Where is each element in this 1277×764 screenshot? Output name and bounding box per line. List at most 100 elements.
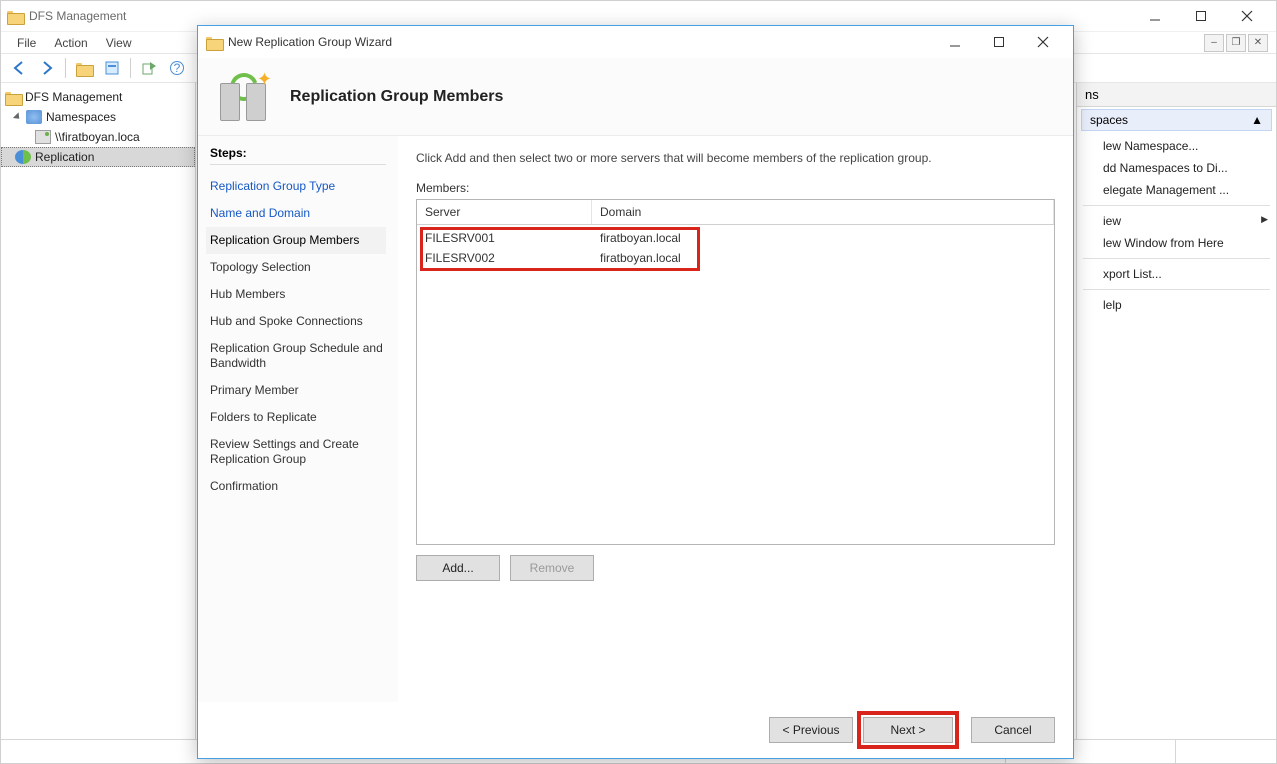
action-view[interactable]: iew [1077,210,1276,232]
wizard-titlebar[interactable]: New Replication Group Wizard [198,26,1073,58]
column-domain[interactable]: Domain [592,200,1054,224]
mdi-restore-button[interactable]: ❐ [1226,34,1246,52]
members-buttons: Add... Remove [416,555,1055,581]
mdi-close-button[interactable]: ✕ [1248,34,1268,52]
collapse-icon[interactable]: ▲ [1251,113,1263,127]
wizard-minimize-button[interactable] [933,28,977,56]
members-listview[interactable]: Server Domain FILESRV001 firatboyan.loca… [416,199,1055,545]
column-server[interactable]: Server [417,200,592,224]
wizard-window-controls [933,28,1065,56]
wizard-icon [206,35,222,49]
namespace-server-icon [35,130,51,144]
cell-server: FILESRV002 [417,248,592,268]
actions-separator [1083,205,1270,206]
tree-root-label: DFS Management [25,90,122,104]
expander-icon[interactable] [13,112,22,121]
wizard-title: New Replication Group Wizard [228,35,392,49]
wizard-close-button[interactable] [1021,28,1065,56]
steps-label: Steps: [210,146,386,165]
toolbar-ns-icon[interactable] [72,56,96,80]
cell-domain: firatboyan.local [592,248,1054,268]
tree-replication-label: Replication [35,150,94,164]
action-new-namespace[interactable]: lew Namespace... [1077,135,1276,157]
cell-domain: firatboyan.local [592,228,1054,248]
toolbar-separator [65,58,66,78]
step-name-and-domain[interactable]: Name and Domain [210,200,386,227]
tree-pane[interactable]: DFS Management Namespaces \\firatboyan.l… [1,83,196,739]
cancel-button[interactable]: Cancel [971,717,1055,743]
menu-action[interactable]: Action [46,34,95,52]
wizard-footer: < Previous Next > Cancel [198,702,1073,758]
actions-list: lew Namespace... dd Namespaces to Di... … [1077,133,1276,318]
remove-button: Remove [510,555,594,581]
action-delegate-management[interactable]: elegate Management ... [1077,179,1276,201]
mdi-controls: – ❐ ✕ [1204,34,1268,52]
tree-root[interactable]: DFS Management [1,87,195,107]
table-row[interactable]: FILESRV002 firatboyan.local [417,248,1054,268]
main-maximize-button[interactable] [1178,1,1224,31]
step-primary-member: Primary Member [210,377,386,404]
action-help[interactable]: lelp [1077,294,1276,316]
back-button[interactable] [7,56,31,80]
dfs-icon [5,90,21,104]
svg-text:?: ? [174,61,181,75]
step-schedule-bandwidth: Replication Group Schedule and Bandwidth [210,335,386,377]
dfs-icon [7,9,23,23]
actions-section-header[interactable]: spaces ▲ [1081,109,1272,131]
step-hub-members: Hub Members [210,281,386,308]
add-button[interactable]: Add... [416,555,500,581]
members-label: Members: [416,181,1055,195]
step-replication-group-members[interactable]: Replication Group Members [206,227,386,254]
action-new-window[interactable]: lew Window from Here [1077,232,1276,254]
forward-button[interactable] [35,56,59,80]
action-add-namespaces[interactable]: dd Namespaces to Di... [1077,157,1276,179]
tree-namespaces[interactable]: Namespaces [1,107,195,127]
tree-namespaces-label: Namespaces [46,110,116,124]
steps-pane: Steps: Replication Group Type Name and D… [198,136,398,702]
tree-namespace-item-label: \\firatboyan.loca [55,130,140,144]
actions-pane: ns spaces ▲ lew Namespace... dd Namespac… [1076,83,1276,739]
cell-server: FILESRV001 [417,228,592,248]
step-topology-selection: Topology Selection [210,254,386,281]
replication-icon [15,150,31,164]
main-close-button[interactable] [1224,1,1270,31]
tree-namespace-item[interactable]: \\firatboyan.loca [1,127,195,147]
actions-separator [1083,258,1270,259]
wizard-instruction: Click Add and then select two or more se… [416,150,1055,167]
members-header-row: Server Domain [417,200,1054,225]
next-button[interactable]: Next > [863,717,953,743]
wizard-body: Steps: Replication Group Type Name and D… [198,136,1073,702]
wizard-dialog: New Replication Group Wizard ✦ Replicati… [197,25,1074,759]
wizard-logo-icon: ✦ [216,69,272,125]
mdi-minimize-button[interactable]: – [1204,34,1224,52]
step-review-create: Review Settings and Create Replication G… [210,431,386,473]
main-title: DFS Management [29,9,126,23]
actions-header: ns [1077,83,1276,107]
members-rows: FILESRV001 firatboyan.local FILESRV002 f… [417,225,1054,271]
toolbar-properties-icon[interactable] [100,56,124,80]
wizard-content: Click Add and then select two or more se… [398,136,1073,702]
main-window-controls [1132,1,1270,31]
menu-file[interactable]: File [9,34,44,52]
toolbar-export-icon[interactable] [137,56,161,80]
namespaces-icon [26,110,42,124]
wizard-header: ✦ Replication Group Members [198,58,1073,136]
step-hub-spoke-connections: Hub and Spoke Connections [210,308,386,335]
previous-button[interactable]: < Previous [769,717,853,743]
wizard-heading: Replication Group Members [290,88,503,106]
menu-view[interactable]: View [98,34,140,52]
main-minimize-button[interactable] [1132,1,1178,31]
actions-separator [1083,289,1270,290]
toolbar-separator [130,58,131,78]
table-row[interactable]: FILESRV001 firatboyan.local [417,228,1054,248]
tree-replication[interactable]: Replication [1,147,195,167]
toolbar-help-icon[interactable]: ? [165,56,189,80]
actions-section-label: spaces [1090,113,1128,127]
wizard-maximize-button[interactable] [977,28,1021,56]
step-folders-to-replicate: Folders to Replicate [210,404,386,431]
action-export-list[interactable]: xport List... [1077,263,1276,285]
statusbar-segment [1176,740,1276,763]
next-button-highlight: Next > [863,717,953,743]
step-replication-group-type[interactable]: Replication Group Type [210,173,386,200]
step-confirmation: Confirmation [210,473,386,500]
